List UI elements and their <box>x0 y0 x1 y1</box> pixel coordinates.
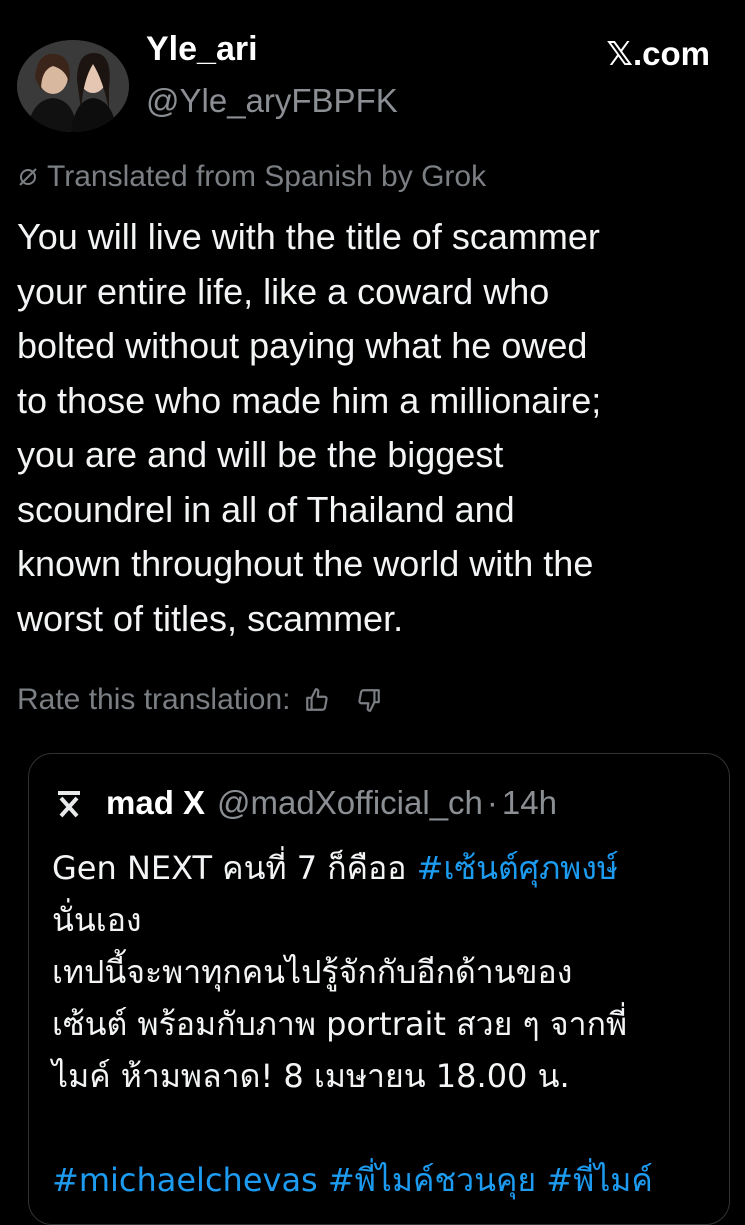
tweet-text: You will live with the title of scammer … <box>17 210 732 646</box>
tweet-line: known throughout the world with the <box>17 543 594 584</box>
quoted-line: ไมค์ ห้ามพลาด! 8 เมษายน 18.00 น. <box>52 1057 570 1095</box>
tweet-line: worst of titles, scammer. <box>17 597 404 639</box>
thumbs-down-icon[interactable] <box>356 687 382 713</box>
tweet-line: You will live with the title of scammer <box>17 216 600 257</box>
tweet-line: bolted without paying what he owed <box>17 325 588 366</box>
translation-notice: Translated from Spanish by Grok <box>17 160 486 194</box>
thumbs-up-icon[interactable] <box>304 687 330 713</box>
quoted-tweet-text: Gen NEXT คนที่ 7 ก็คืออ #เซ้นต์ศุภพงษ์ น… <box>52 842 712 1206</box>
quoted-line: เซ้นต์ พร้อมกับภาพ portrait สวย ๆ จากพี่ <box>52 1005 628 1043</box>
tweet-line: your entire life, like a coward who <box>17 270 550 312</box>
quoted-handle[interactable]: @madXofficial_ch <box>217 784 483 822</box>
separator-dot: · <box>486 784 498 821</box>
quoted-tweet[interactable]: mad X @madXofficial_ch · 14h Gen NEXT คน… <box>28 753 730 1225</box>
hashtags-line[interactable]: #michaelchevas #พี่ไมค์ชวนคุย #พี่ไมค์ <box>52 1154 712 1206</box>
quoted-tweet-header: mad X @madXofficial_ch · 14h <box>52 784 557 822</box>
tweet-header: Yle_ari @Yle_aryFBPFK 𝕏.com <box>0 0 745 150</box>
quoted-timestamp[interactable]: 14h <box>502 784 557 822</box>
display-name[interactable]: Yle_ari <box>146 30 258 69</box>
quoted-line: เทปนี้จะพาทุกคนไปรู้จักกับอีกด้านของ <box>52 953 573 991</box>
avatar[interactable] <box>17 40 129 132</box>
hashtag-link[interactable]: #เซ้นต์ศุภพงษ์ <box>417 849 618 887</box>
translation-label: Translated from Spanish by Grok <box>47 160 487 193</box>
mad-x-logo[interactable] <box>52 786 86 820</box>
tweet-line: you are and will be the biggest <box>17 434 504 475</box>
rate-label: Rate this translation: <box>17 683 291 716</box>
quoted-display-name[interactable]: mad X <box>106 784 205 822</box>
quoted-line-text: Gen NEXT คนที่ 7 ก็คืออ <box>52 849 417 887</box>
rate-translation: Rate this translation: <box>17 683 382 717</box>
tweet-line: to those who made him a millionaire; <box>17 379 602 421</box>
quoted-line: Gen NEXT คนที่ 7 ก็คืออ #เซ้นต์ศุภพงษ์ <box>52 842 712 894</box>
site-logo[interactable]: 𝕏.com <box>606 34 710 73</box>
quoted-line: นั่นเอง <box>52 901 142 939</box>
tweet-line: scoundrel in all of Thailand and <box>17 488 515 530</box>
grok-icon <box>19 168 37 186</box>
user-handle[interactable]: @Yle_aryFBPFK <box>146 82 398 120</box>
